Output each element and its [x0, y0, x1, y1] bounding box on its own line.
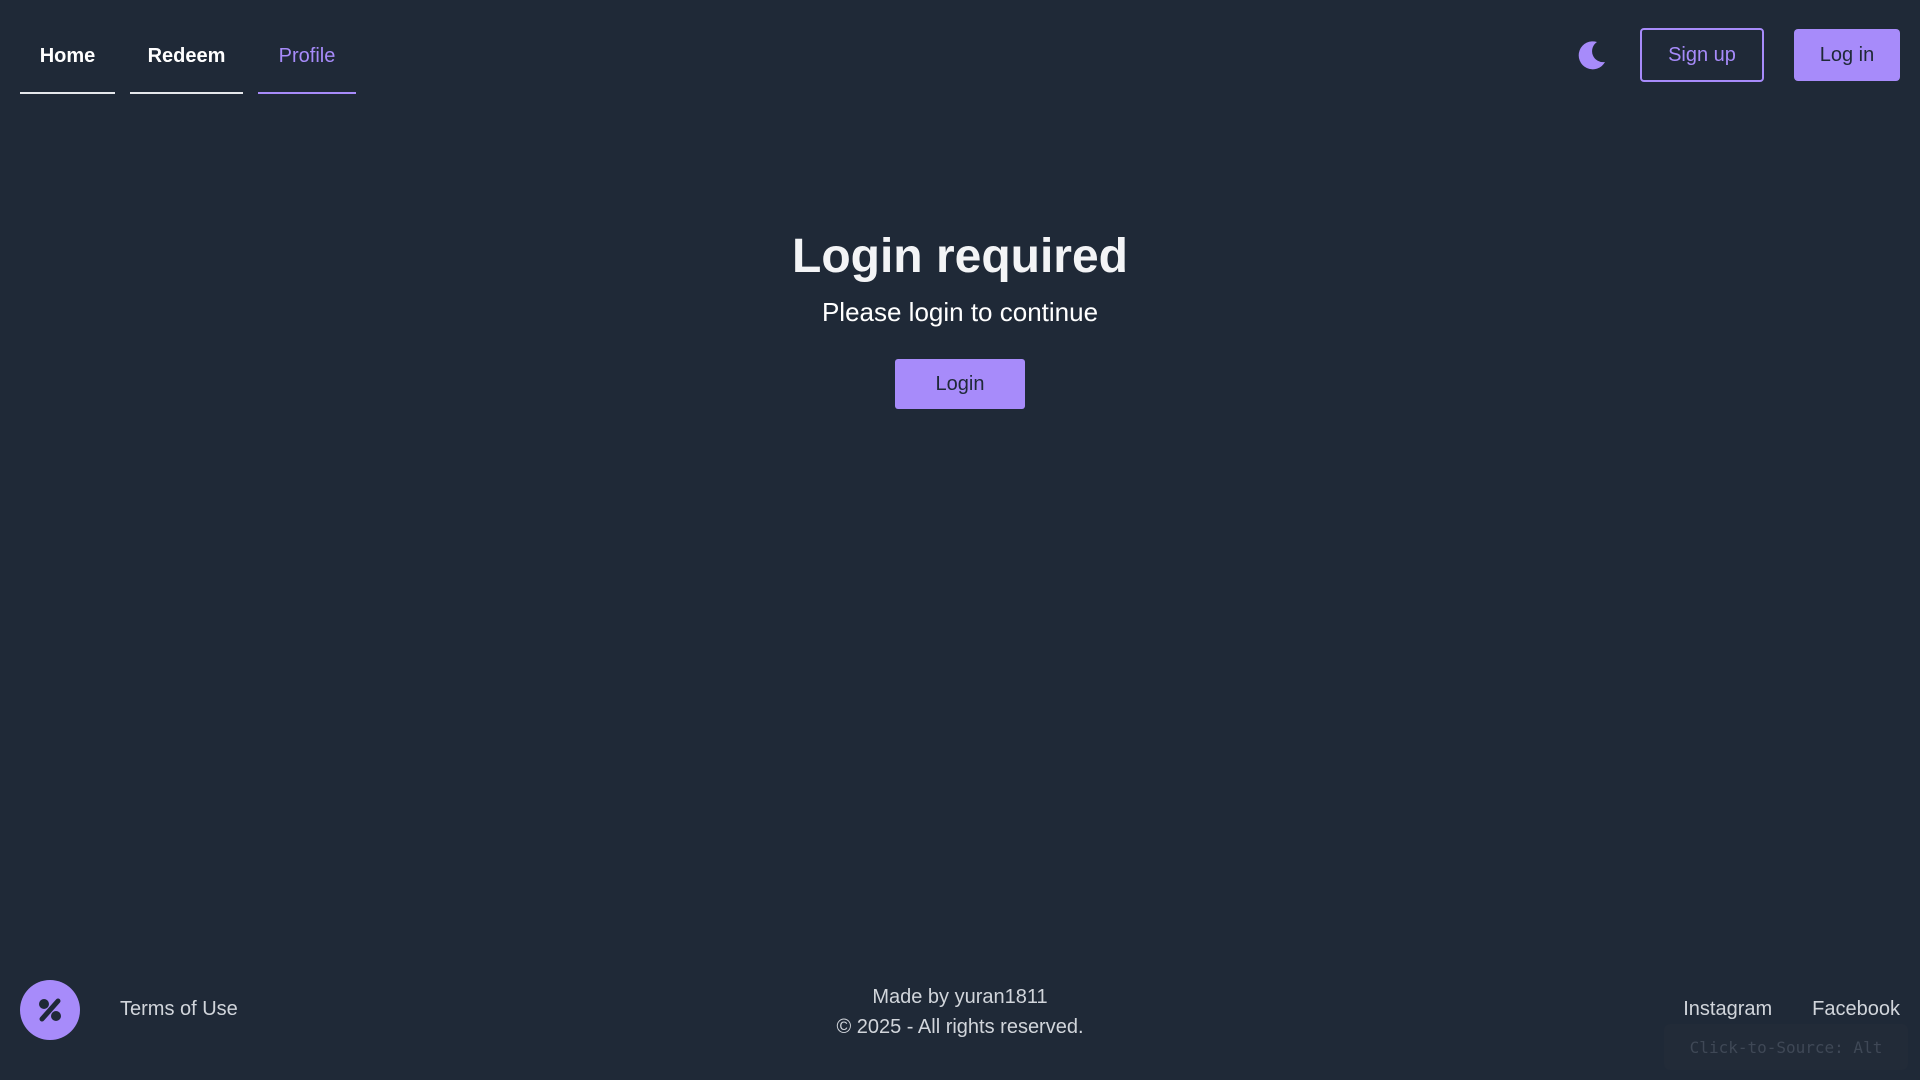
top-navbar: Home Redeem Profile Sign up Log in	[0, 0, 1920, 110]
copyright-text: © 2025 - All rights reserved.	[836, 1016, 1084, 1038]
login-header-button[interactable]: Log in	[1794, 29, 1900, 81]
login-button[interactable]: Login	[895, 359, 1025, 409]
instagram-link[interactable]: Instagram	[1683, 998, 1772, 1021]
nav-tab-profile[interactable]: Profile	[258, 20, 356, 94]
footer-credits: Made by yuran1811 © 2025 - All rights re…	[0, 982, 1920, 1042]
footer: Terms of Use Made by yuran1811 © 2025 - …	[0, 970, 1920, 1050]
signup-button[interactable]: Sign up	[1640, 28, 1764, 82]
page-title: Login required	[792, 230, 1128, 283]
page-subtitle: Please login to continue	[821, 297, 1099, 327]
made-by-text: Made by yuran1811	[872, 986, 1048, 1008]
main-nav: Home Redeem Profile	[20, 20, 356, 94]
facebook-link[interactable]: Facebook	[1812, 998, 1900, 1021]
social-links: Instagram Facebook	[1683, 998, 1900, 1021]
moon-icon[interactable]	[1574, 37, 1610, 73]
click-to-source-hint: Click-to-Source: Alt	[1664, 1024, 1908, 1070]
nav-tab-home[interactable]: Home	[20, 20, 115, 94]
nav-tab-redeem[interactable]: Redeem	[130, 20, 243, 94]
login-required-panel: Login required Please login to continue …	[0, 220, 1920, 409]
header-actions: Sign up Log in	[1574, 28, 1900, 82]
